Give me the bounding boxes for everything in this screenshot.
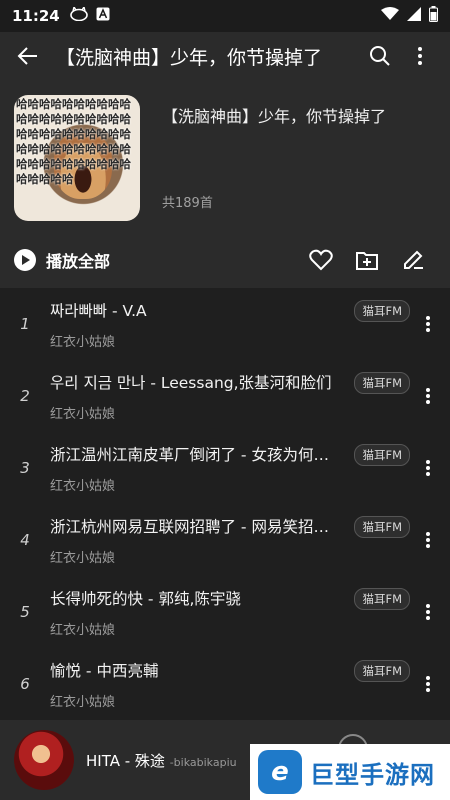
more-vert-icon <box>426 316 430 332</box>
status-bar: 11:24 <box>0 0 450 32</box>
song-row[interactable]: 5 长得帅死的快 - 郭纯,陈宇骁 红衣小姑娘 猫耳FM <box>0 576 450 648</box>
battery-icon <box>429 6 438 26</box>
song-more-button[interactable] <box>416 376 440 416</box>
song-name: 长得帅死的快 - 郭纯,陈宇骁 <box>50 589 241 608</box>
song-more-button[interactable] <box>416 448 440 488</box>
more-vert-icon <box>418 47 422 65</box>
song-name: 浙江温州江南皮革厂倒闭了 - 女孩为何… <box>50 445 329 464</box>
source-badge: 猫耳FM <box>354 660 410 682</box>
source-badge: 猫耳FM <box>354 372 410 394</box>
song-number: 5 <box>20 603 30 621</box>
song-artist: 红衣小姑娘 <box>50 550 116 566</box>
source-badge: 猫耳FM <box>354 444 410 466</box>
heart-icon <box>309 249 333 271</box>
song-artist: 红衣小姑娘 <box>50 334 116 350</box>
song-row[interactable]: 1 짜라빠빠 - V.A 红衣小姑娘 猫耳FM <box>0 288 450 360</box>
song-artist: 红衣小姑娘 <box>50 622 116 638</box>
source-badge: 猫耳FM <box>354 300 410 322</box>
song-artist: 红衣小姑娘 <box>50 694 116 710</box>
overflow-menu-button[interactable] <box>400 36 440 76</box>
song-name: 浙江杭州网易互联网招聘了 - 网易笑招… <box>50 517 329 536</box>
add-to-folder-button[interactable] <box>344 240 390 280</box>
arrow-left-icon <box>17 47 37 65</box>
song-name: 짜라빠빠 - V.A <box>50 301 147 320</box>
song-row[interactable]: 2 우리 지금 만나 - Leessang,张基河和脸们 红衣小姑娘 猫耳FM <box>0 360 450 432</box>
now-playing-title: HITA - 殊途 <box>86 751 165 770</box>
source-badge: 猫耳FM <box>354 516 410 538</box>
cover-text: 哈哈哈哈哈哈哈哈哈哈哈哈哈哈哈哈哈哈哈哈哈哈哈哈哈哈哈哈哈哈哈哈哈哈哈哈哈哈哈哈… <box>16 97 131 186</box>
play-icon <box>14 249 36 271</box>
song-number: 3 <box>20 459 30 477</box>
search-button[interactable] <box>360 36 400 76</box>
song-number: 6 <box>20 675 30 693</box>
favorite-button[interactable] <box>298 240 344 280</box>
song-row[interactable]: 4 浙江杭州网易互联网招聘了 - 网易笑招… 红衣小姑娘 猫耳FM <box>0 504 450 576</box>
status-time: 11:24 <box>12 7 60 25</box>
song-artist: 红衣小姑娘 <box>50 478 116 494</box>
play-all-button[interactable]: 播放全部 <box>14 248 298 272</box>
app-bar: 【洗脑神曲】少年，你节操掉了 <box>0 32 450 80</box>
song-name: 우리 지금 만나 - Leessang,张基河和脸们 <box>50 373 332 392</box>
song-more-button[interactable] <box>416 304 440 344</box>
now-playing-subtitle: -bikabikapiu <box>169 755 237 769</box>
song-number: 2 <box>20 387 30 405</box>
a-icon <box>96 7 110 25</box>
cat-icon <box>69 5 88 25</box>
playlist-title: 【洗脑神曲】少年，你节操掉了 <box>162 107 387 126</box>
watermark-logo: e <box>258 750 302 794</box>
action-bar: 播放全部 <box>0 232 450 288</box>
now-playing-avatar[interactable] <box>14 730 74 790</box>
song-list: 1 짜라빠빠 - V.A 红衣小姑娘 猫耳FM 2 우리 지금 만나 - Lee… <box>0 288 450 720</box>
source-badge: 猫耳FM <box>354 588 410 610</box>
more-vert-icon <box>426 388 430 404</box>
song-more-button[interactable] <box>416 592 440 632</box>
edit-icon <box>404 250 423 269</box>
more-vert-icon <box>426 460 430 476</box>
song-row[interactable]: 3 浙江温州江南皮革厂倒闭了 - 女孩为何… 红衣小姑娘 猫耳FM <box>0 432 450 504</box>
watermark: e 巨型手游网 <box>250 744 450 800</box>
wifi-icon <box>381 7 399 25</box>
song-name: 愉悦 - 中西亮輔 <box>50 661 159 680</box>
more-vert-icon <box>426 604 430 620</box>
back-button[interactable] <box>10 38 46 74</box>
signal-icon <box>407 7 421 25</box>
folder-add-icon <box>356 252 378 270</box>
playlist-cover[interactable]: 哈哈哈哈哈哈哈哈哈哈哈哈哈哈哈哈哈哈哈哈哈哈哈哈哈哈哈哈哈哈哈哈哈哈哈哈哈哈哈哈… <box>14 95 140 221</box>
song-more-button[interactable] <box>416 520 440 560</box>
song-row[interactable]: 6 愉悦 - 中西亮輔 红衣小姑娘 猫耳FM <box>0 648 450 720</box>
now-playing-info: HITA - 殊途 -bikabikapiu <box>86 750 237 771</box>
song-count: 共189首 <box>162 196 213 211</box>
more-vert-icon <box>426 532 430 548</box>
song-number: 4 <box>20 531 30 549</box>
search-icon <box>370 46 390 66</box>
song-number: 1 <box>20 315 30 333</box>
playlist-header: 哈哈哈哈哈哈哈哈哈哈哈哈哈哈哈哈哈哈哈哈哈哈哈哈哈哈哈哈哈哈哈哈哈哈哈哈哈哈哈哈… <box>0 80 450 232</box>
play-all-label: 播放全部 <box>46 252 111 271</box>
song-artist: 红衣小姑娘 <box>50 406 116 422</box>
watermark-text: 巨型手游网 <box>310 760 435 789</box>
page-title: 【洗脑神曲】少年，你节操掉了 <box>56 46 323 69</box>
song-more-button[interactable] <box>416 664 440 704</box>
more-vert-icon <box>426 676 430 692</box>
edit-button[interactable] <box>390 240 436 280</box>
